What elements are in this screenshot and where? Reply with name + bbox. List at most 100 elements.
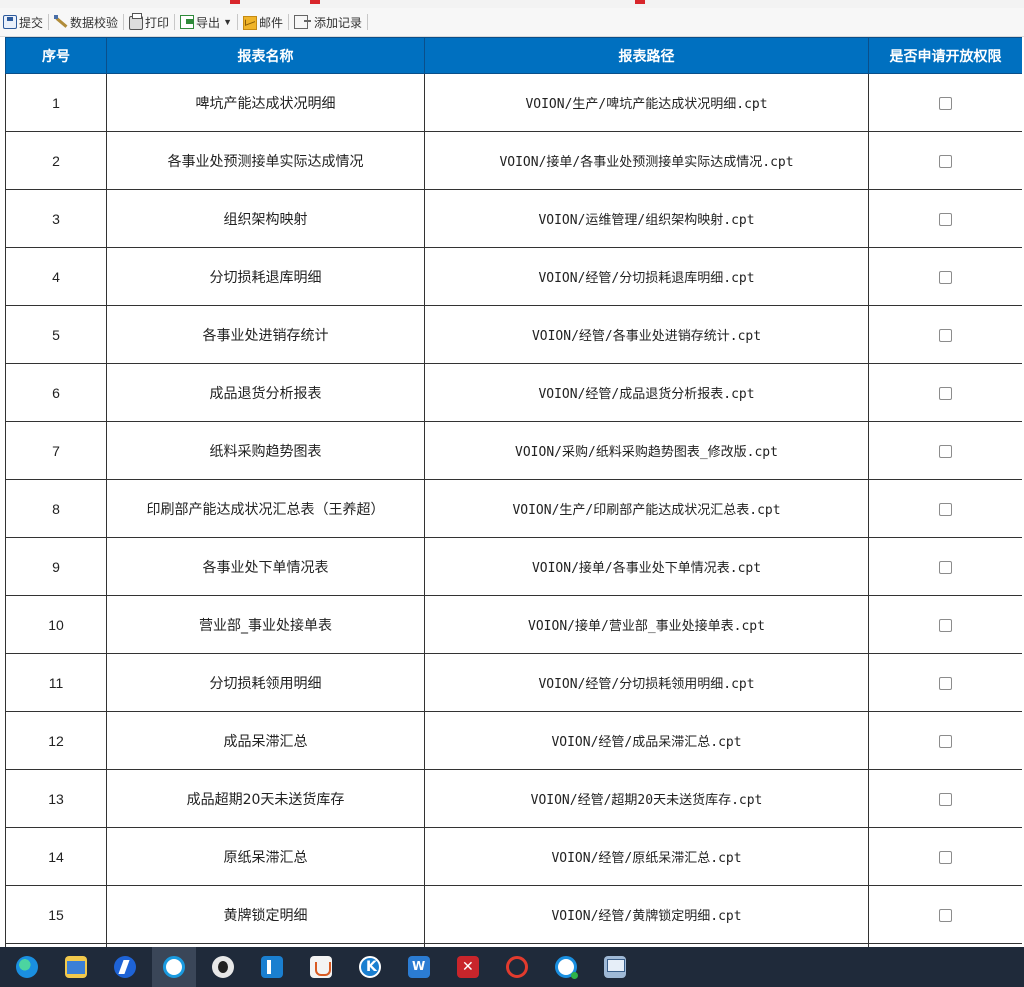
table-row: 13 成品超期20天未送货库存 VOION/经管/超期20天未送货库存.cpt <box>5 769 1022 828</box>
toolbar-separator <box>48 14 50 30</box>
row-report-path: VOION/经管/各事业处进销存统计.cpt <box>424 305 869 364</box>
file-explorer-icon <box>65 956 87 978</box>
add-record-icon <box>294 15 311 29</box>
table-row: 5 各事业处进销存统计 VOION/经管/各事业处进销存统计.cpt <box>5 305 1022 364</box>
top-strip-mark <box>230 0 240 4</box>
row-index: 15 <box>5 885 107 944</box>
row-report-name: 纸料采购趋势图表 <box>106 421 425 480</box>
export-label: 导出 <box>196 15 221 30</box>
row-apply-cell <box>868 73 1022 132</box>
apply-checkbox[interactable] <box>939 155 952 169</box>
row-report-path: VOION/经管/超期20天未送货库存.cpt <box>424 769 869 828</box>
row-index: 1 <box>5 73 107 132</box>
table-row: 4 分切损耗退库明细 VOION/经管/分切损耗退库明细.cpt <box>5 247 1022 306</box>
mail-button[interactable]: 邮件 <box>240 11 286 33</box>
word-icon <box>408 956 430 978</box>
mail-label: 邮件 <box>258 15 283 30</box>
taskbar-circle-browser[interactable] <box>152 947 196 987</box>
print-label: 打印 <box>145 15 170 30</box>
report-toolbar: 提交 数据校验 打印 导出 ▼ 邮件 添加记录 <box>0 8 1024 37</box>
taskbar-k-app[interactable] <box>348 947 392 987</box>
row-report-path: VOION/经管/黄牌锁定明细.cpt <box>424 885 869 944</box>
row-apply-cell <box>868 189 1022 248</box>
taskbar-edge[interactable] <box>5 947 49 987</box>
row-apply-cell <box>868 363 1022 422</box>
row-apply-cell <box>868 595 1022 654</box>
apply-checkbox[interactable] <box>939 909 952 923</box>
taskbar-red-x-app[interactable] <box>446 947 490 987</box>
apply-checkbox[interactable] <box>939 677 952 691</box>
row-report-name: 啤坑产能达成状况明细 <box>106 73 425 132</box>
toolbar-separator <box>288 14 289 30</box>
row-apply-cell <box>868 827 1022 886</box>
header-report-name: 报表名称 <box>106 37 425 74</box>
row-report-path: VOION/接单/各事业处预测接单实际达成情况.cpt <box>424 131 869 190</box>
row-report-name: 各事业处进销存统计 <box>106 305 425 364</box>
top-strip-mark <box>310 0 320 4</box>
row-report-name: 各事业处预测接单实际达成情况 <box>106 131 425 190</box>
red-g-app-icon <box>506 956 528 978</box>
apply-checkbox[interactable] <box>939 503 952 517</box>
row-index: 13 <box>5 769 107 828</box>
export-button[interactable]: 导出 ▼ <box>177 11 235 33</box>
row-report-path: VOION/采购/纸料采购趋势图表_修改版.cpt <box>424 421 869 480</box>
k-app-icon <box>359 956 381 978</box>
table-row: 1 啤坑产能达成状况明细 VOION/生产/啤坑产能达成状况明细.cpt <box>5 73 1022 132</box>
row-index: 4 <box>5 247 107 306</box>
apply-checkbox[interactable] <box>939 561 952 575</box>
toolbar-separator <box>174 14 176 30</box>
report-table-container: 序号 报表名称 报表路径 是否申请开放权限 1 啤坑产能达成状况明细 VOION… <box>5 37 1022 947</box>
taskbar-red-g-app[interactable] <box>495 947 539 987</box>
row-index: 8 <box>5 479 107 538</box>
taskbar-blue-arrow-app[interactable] <box>103 947 147 987</box>
table-row: 11 分切损耗领用明细 VOION/经管/分切损耗领用明细.cpt <box>5 653 1022 712</box>
taskbar-q-browser[interactable] <box>544 947 588 987</box>
row-report-name: 营业部_事业处接单表 <box>106 595 425 654</box>
table-row: 8 印刷部产能达成状况汇总表（王养超） VOION/生产/印刷部产能达成状况汇总… <box>5 479 1022 538</box>
blue-arrow-app-icon <box>114 956 136 978</box>
apply-checkbox[interactable] <box>939 271 952 285</box>
row-report-path: VOION/经管/成品退货分析报表.cpt <box>424 363 869 422</box>
apply-checkbox[interactable] <box>939 97 952 111</box>
add-record-button[interactable]: 添加记录 <box>291 11 365 33</box>
row-report-path: VOION/经管/原纸呆滞汇总.cpt <box>424 827 869 886</box>
toolbar-separator <box>236 14 238 30</box>
apply-checkbox[interactable] <box>939 213 952 227</box>
apply-checkbox[interactable] <box>939 445 952 459</box>
row-apply-cell <box>868 711 1022 770</box>
row-apply-cell <box>868 537 1022 596</box>
row-apply-cell <box>868 885 1022 944</box>
header-apply-permission: 是否申请开放权限 <box>868 37 1022 74</box>
taskbar-file-explorer[interactable] <box>54 947 98 987</box>
header-report-path: 报表路径 <box>424 37 869 74</box>
apply-checkbox[interactable] <box>939 793 952 807</box>
apply-checkbox[interactable] <box>939 387 952 401</box>
table-row: 14 原纸呆滞汇总 VOION/经管/原纸呆滞汇总.cpt <box>5 827 1022 886</box>
apply-checkbox[interactable] <box>939 735 952 749</box>
validate-button[interactable]: 数据校验 <box>51 11 121 33</box>
taskbar-penguin-app[interactable] <box>201 947 245 987</box>
q-browser-icon <box>555 956 578 979</box>
apply-checkbox[interactable] <box>939 329 952 343</box>
submit-button[interactable]: 提交 <box>0 11 46 33</box>
row-report-name: 成品超期20天未送货库存 <box>106 769 425 828</box>
java-icon <box>310 956 332 978</box>
row-report-name: 分切损耗领用明细 <box>106 653 425 712</box>
f-app-icon <box>261 956 283 978</box>
save-icon <box>3 15 17 29</box>
table-header-row: 序号 报表名称 报表路径 是否申请开放权限 <box>5 37 1022 74</box>
taskbar-java[interactable] <box>299 947 343 987</box>
row-apply-cell <box>868 479 1022 538</box>
table-row: 2 各事业处预测接单实际达成情况 VOION/接单/各事业处预测接单实际达成情况… <box>5 131 1022 190</box>
taskbar-word[interactable] <box>397 947 441 987</box>
apply-checkbox[interactable] <box>939 851 952 865</box>
row-report-name: 成品呆滞汇总 <box>106 711 425 770</box>
row-apply-cell <box>868 769 1022 828</box>
taskbar-f-app[interactable] <box>250 947 294 987</box>
taskbar-remote-desktop[interactable] <box>593 947 637 987</box>
row-report-path: VOION/运维管理/组织架构映射.cpt <box>424 189 869 248</box>
row-report-name: 分切损耗退库明细 <box>106 247 425 306</box>
row-apply-cell <box>868 305 1022 364</box>
apply-checkbox[interactable] <box>939 619 952 633</box>
print-button[interactable]: 打印 <box>126 11 172 33</box>
